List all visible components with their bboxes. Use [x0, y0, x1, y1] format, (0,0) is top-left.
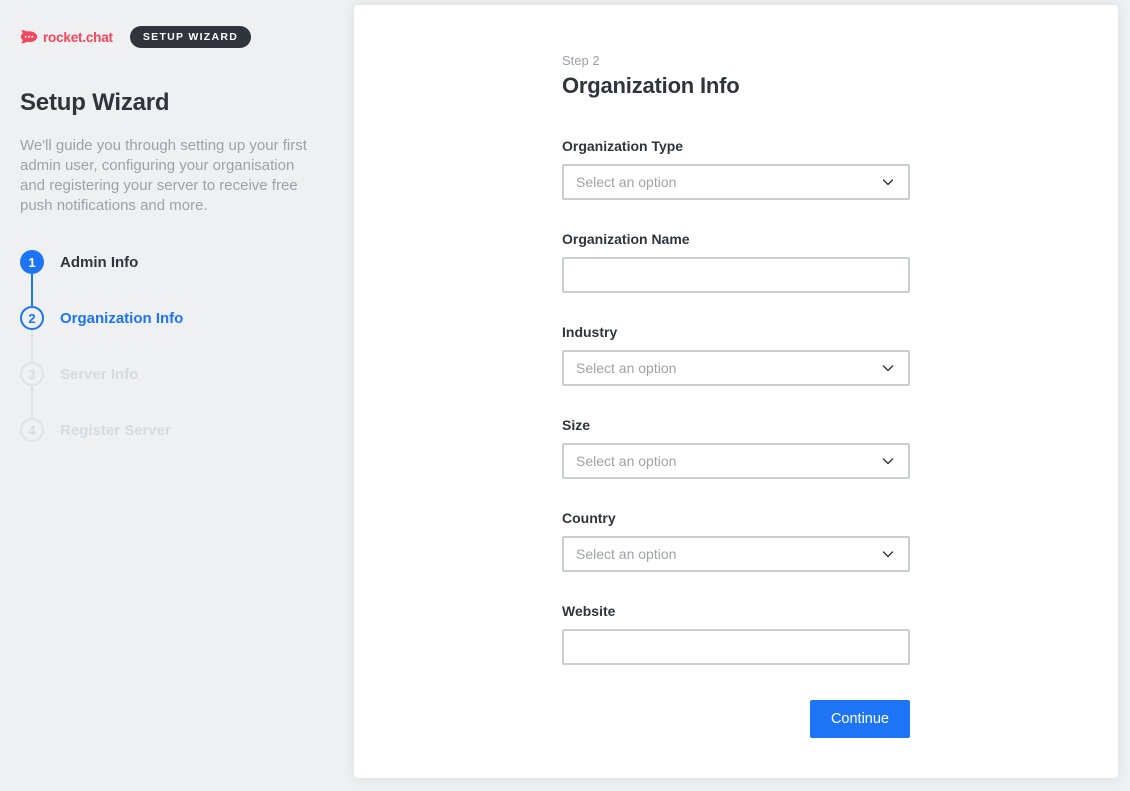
size-select[interactable]: Select an option	[562, 443, 910, 479]
field-group-industry: Industry Select an option	[562, 324, 910, 386]
steps-list: 1 Admin Info 2 Organization Info 3 Serve…	[20, 250, 326, 442]
step-label: Register Server	[60, 422, 171, 439]
logo-wordmark: rocket.chat	[43, 30, 113, 45]
sidebar-step-server-info: 3 Server Info	[20, 362, 326, 386]
field-label-website: Website	[562, 603, 910, 619]
setup-sidebar: rocket.chat SETUP WIZARD Setup Wizard We…	[0, 0, 354, 791]
setup-wizard-badge: SETUP WIZARD	[130, 26, 251, 49]
form-actions: Continue	[562, 700, 910, 738]
rocketchat-logo: rocket.chat	[20, 28, 113, 46]
select-placeholder: Select an option	[576, 174, 676, 190]
field-label-size: Size	[562, 417, 910, 433]
country-select[interactable]: Select an option	[562, 536, 910, 572]
select-placeholder: Select an option	[576, 546, 676, 562]
step-number-circle: 4	[20, 418, 44, 442]
sidebar-step-organization-info: 2 Organization Info	[20, 306, 326, 330]
wizard-panel: Step 2 Organization Info Organization Ty…	[354, 5, 1118, 778]
organization-name-input[interactable]	[562, 257, 910, 293]
chevron-down-icon	[880, 546, 896, 562]
field-label-industry: Industry	[562, 324, 910, 340]
step-number-circle: 1	[20, 250, 44, 274]
sidebar-step-register-server: 4 Register Server	[20, 418, 326, 442]
field-group-website: Website	[562, 603, 910, 665]
field-label-country: Country	[562, 510, 910, 526]
field-group-organization-type: Organization Type Select an option	[562, 138, 910, 200]
step-label: Admin Info	[60, 254, 138, 271]
logo-row: rocket.chat SETUP WIZARD	[20, 26, 326, 48]
rocketchat-logo-icon	[20, 28, 38, 46]
step-connector-line	[31, 386, 33, 418]
sidebar-step-admin-info: 1 Admin Info	[20, 250, 326, 274]
select-placeholder: Select an option	[576, 453, 676, 469]
form-title: Organization Info	[562, 73, 910, 99]
chevron-down-icon	[880, 360, 896, 376]
field-group-organization-name: Organization Name	[562, 231, 910, 293]
step-number-circle: 3	[20, 362, 44, 386]
form-fields: Organization Type Select an option Organ…	[562, 138, 910, 665]
chevron-down-icon	[880, 174, 896, 190]
step-label: Organization Info	[60, 310, 183, 327]
chevron-down-icon	[880, 453, 896, 469]
continue-button[interactable]: Continue	[810, 700, 910, 738]
field-group-size: Size Select an option	[562, 417, 910, 479]
step-indicator: Step 2	[562, 53, 910, 68]
select-placeholder: Select an option	[576, 360, 676, 376]
step-number-circle: 2	[20, 306, 44, 330]
step-label: Server Info	[60, 366, 138, 383]
sidebar-description: We'll guide you through setting up your …	[20, 136, 312, 216]
step-connector-line	[31, 330, 33, 362]
field-group-country: Country Select an option	[562, 510, 910, 572]
step-connector-line	[31, 274, 33, 306]
field-label-organization-name: Organization Name	[562, 231, 910, 247]
organization-type-select[interactable]: Select an option	[562, 164, 910, 200]
website-input[interactable]	[562, 629, 910, 665]
industry-select[interactable]: Select an option	[562, 350, 910, 386]
sidebar-title: Setup Wizard	[20, 89, 326, 117]
organization-info-form: Step 2 Organization Info Organization Ty…	[562, 53, 910, 738]
field-label-organization-type: Organization Type	[562, 138, 910, 154]
